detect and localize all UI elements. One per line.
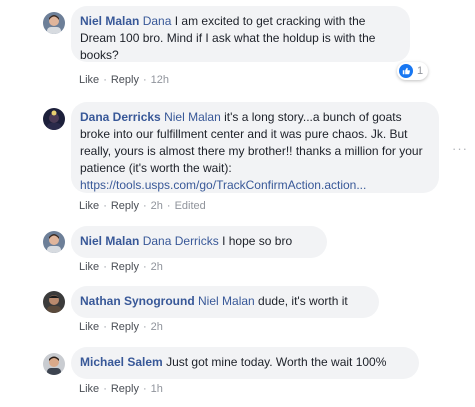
comment-text: Just got mine today. Worth the wait 100% [166, 355, 387, 369]
author-name[interactable]: Niel Malan [80, 14, 139, 28]
mention-link[interactable]: Dana Derricks [143, 234, 219, 248]
timestamp[interactable]: 1h [151, 383, 163, 395]
like-link[interactable]: Like [79, 200, 99, 212]
mention-link[interactable]: Dana [143, 14, 172, 28]
comment-bubble: Niel Malan Dana Derricks I hope so bro [71, 226, 327, 258]
separator-dot: · [142, 383, 147, 395]
reply-link[interactable]: Reply [111, 383, 139, 395]
comment-bubble: Michael Salem Just got mine today. Worth… [71, 347, 419, 379]
separator-dot: · [142, 321, 147, 333]
author-name[interactable]: Michael Salem [80, 355, 163, 369]
comment-bubble: Dana Derricks Niel Malan it's a long sto… [71, 102, 439, 193]
author-name[interactable]: Niel Malan [80, 234, 139, 248]
tracking-link[interactable]: https://tools.usps.com/go/TrackConfirmAc… [80, 178, 366, 192]
timestamp[interactable]: 12h [151, 74, 169, 86]
separator-dot: · [166, 200, 171, 212]
author-name[interactable]: Dana Derricks [80, 110, 161, 124]
timestamp[interactable]: 2h [151, 261, 163, 273]
reply-link[interactable]: Reply [111, 74, 139, 86]
avatar-dana-derricks[interactable] [43, 108, 65, 130]
comment-actions: Like · Reply · 12h [79, 74, 169, 86]
comment-bubble: Niel Malan Dana I am excited to get crac… [71, 6, 410, 62]
separator-dot: · [142, 74, 147, 86]
comment-text: I hope so bro [218, 234, 293, 248]
comment-actions: Like · Reply · 1h [79, 383, 163, 395]
separator-dot: · [142, 261, 147, 273]
separator-dot: · [142, 200, 147, 212]
separator-dot: · [103, 383, 107, 395]
separator-dot: · [103, 200, 107, 212]
avatar-michael-salem[interactable] [43, 353, 65, 375]
edited-label[interactable]: Edited [175, 200, 206, 212]
like-icon [399, 64, 413, 78]
reaction-count-badge[interactable]: 1 [397, 62, 429, 80]
avatar-nathan-synoground[interactable] [43, 291, 65, 313]
comment-actions: Like · Reply · 2h [79, 321, 163, 333]
author-name[interactable]: Nathan Synoground [80, 294, 195, 308]
reply-link[interactable]: Reply [111, 321, 139, 333]
like-link[interactable]: Like [79, 383, 99, 395]
comment-bubble: Nathan Synoground Niel Malan dude, it's … [71, 286, 379, 318]
comment-actions: Like · Reply · 2h · Edited [79, 200, 206, 212]
comment-text: dude, it's worth it [254, 294, 348, 308]
mention-link[interactable]: Niel Malan [198, 294, 255, 308]
reply-link[interactable]: Reply [111, 261, 139, 273]
separator-dot: · [103, 321, 107, 333]
timestamp[interactable]: 2h [151, 321, 163, 333]
separator-dot: · [103, 261, 107, 273]
reply-link[interactable]: Reply [111, 200, 139, 212]
more-options-icon[interactable]: ··· [452, 141, 468, 156]
avatar-niel-malan[interactable] [43, 12, 65, 34]
separator-dot: · [103, 74, 107, 86]
like-link[interactable]: Like [79, 321, 99, 333]
comment-actions: Like · Reply · 2h [79, 261, 163, 273]
like-link[interactable]: Like [79, 261, 99, 273]
reaction-count: 1 [417, 65, 424, 77]
like-link[interactable]: Like [79, 74, 99, 86]
timestamp[interactable]: 2h [151, 200, 163, 212]
avatar-niel-malan[interactable] [43, 231, 65, 253]
mention-link[interactable]: Niel Malan [164, 110, 221, 124]
